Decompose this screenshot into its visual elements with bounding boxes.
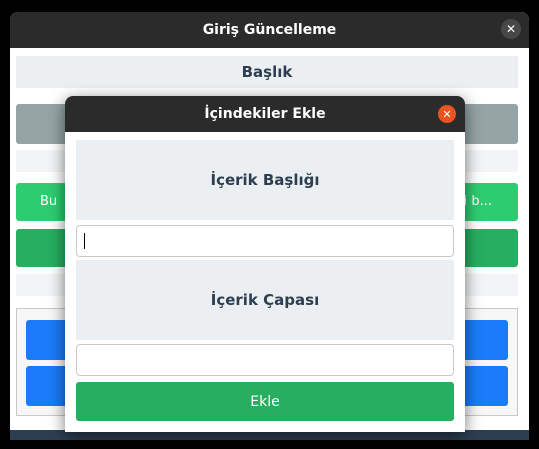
green-button-text-left: Bu [40, 194, 58, 209]
main-titlebar: Giriş Güncelleme ✕ [10, 12, 529, 48]
main-window-title: Giriş Güncelleme [202, 22, 337, 38]
dialog-body: İçerik Başlığı İçerik Çapası Ekle [65, 132, 465, 432]
add-toc-dialog: İçindekiler Ekle ✕ İçerik Başlığı İçerik… [65, 96, 465, 432]
content-anchor-label: İçerik Çapası [76, 260, 454, 340]
green-button-text-right: i b... [463, 194, 492, 209]
heading-label: Başlık [16, 56, 518, 88]
dialog-title: İçindekiler Ekle [204, 106, 326, 122]
add-button[interactable]: Ekle [76, 382, 454, 421]
dialog-titlebar: İçindekiler Ekle ✕ [65, 96, 465, 132]
text-caret [84, 233, 85, 249]
main-close-icon[interactable]: ✕ [501, 19, 521, 39]
dialog-close-icon[interactable]: ✕ [438, 105, 456, 123]
content-anchor-input[interactable] [76, 344, 454, 376]
content-title-input[interactable] [76, 225, 454, 257]
content-title-label: İçerik Başlığı [76, 140, 454, 220]
